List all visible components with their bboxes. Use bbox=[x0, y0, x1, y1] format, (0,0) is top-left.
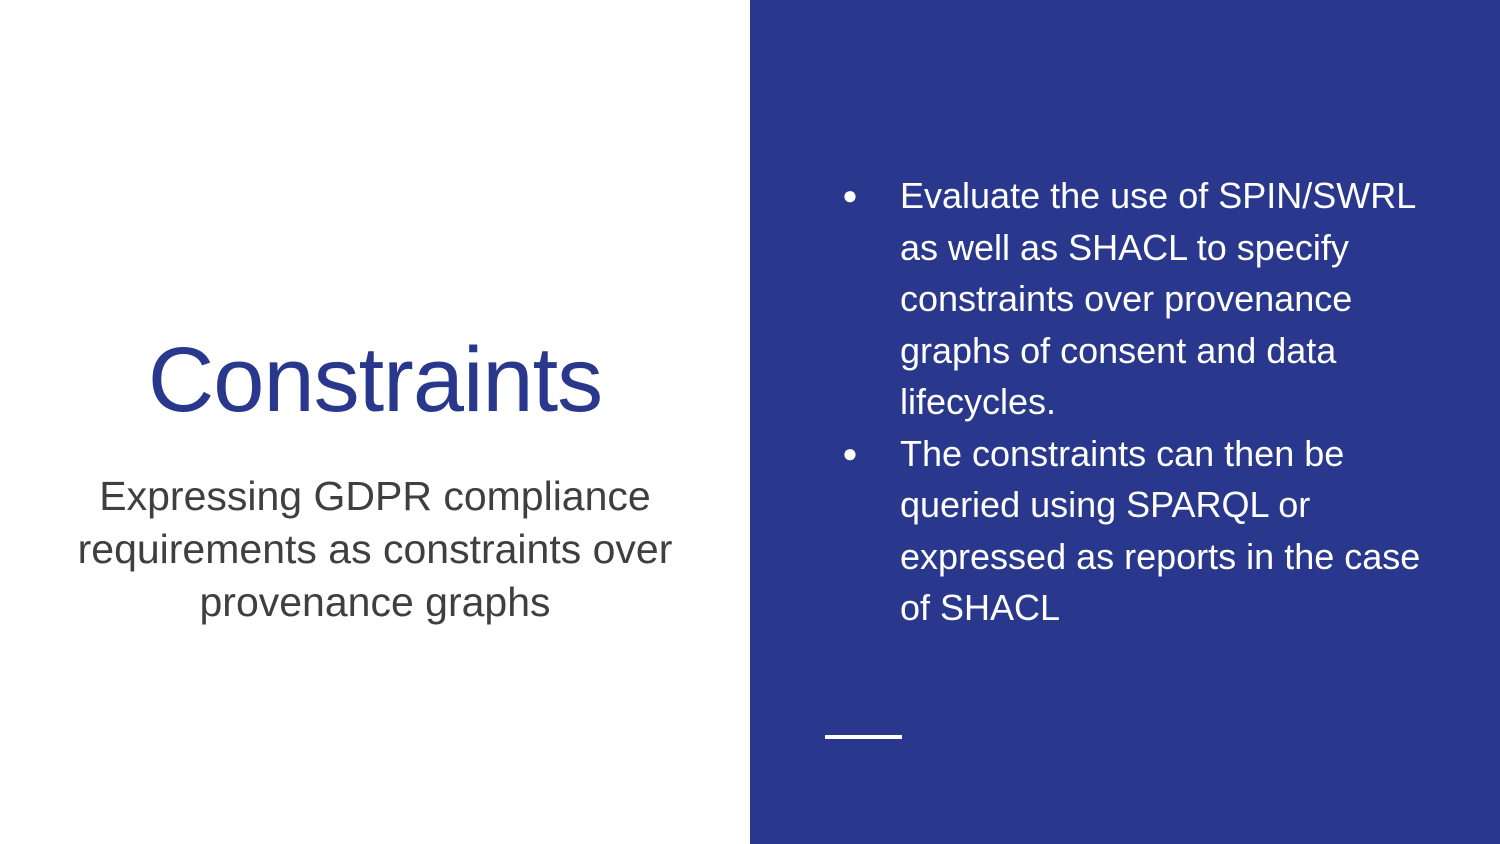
bullet-dot-icon: ● bbox=[842, 180, 858, 210]
slide-title: Constraints bbox=[147, 329, 603, 431]
bullet-item: ● Evaluate the use of SPIN/SWRL as well … bbox=[835, 170, 1435, 428]
left-panel: Constraints Expressing GDPR compliance r… bbox=[0, 0, 750, 844]
bullet-item: ● The constraints can then be queried us… bbox=[835, 428, 1435, 634]
bullet-dot-icon: ● bbox=[842, 437, 858, 468]
bullet-list: ● Evaluate the use of SPIN/SWRL as well … bbox=[835, 170, 1435, 634]
bullet-text: The constraints can then be queried usin… bbox=[900, 432, 1421, 629]
bullet-text: Evaluate the use of SPIN/SWRL as well as… bbox=[900, 175, 1415, 422]
slide-subtitle: Expressing GDPR compliance requirements … bbox=[77, 473, 673, 625]
accent-divider-line bbox=[825, 735, 902, 739]
